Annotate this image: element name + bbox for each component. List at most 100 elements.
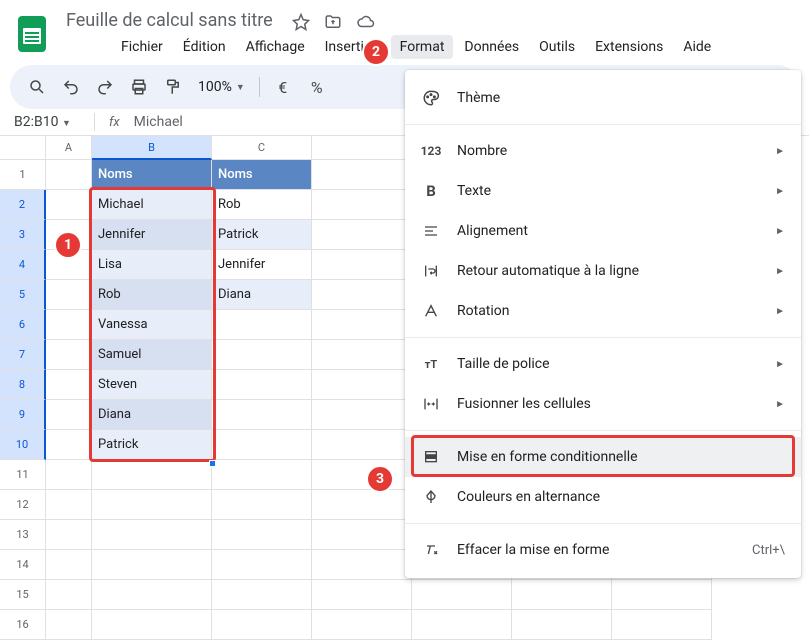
cell[interactable] [92,550,212,580]
menu-data[interactable]: Données [455,35,528,59]
cell[interactable]: Michael [92,190,212,220]
row-header[interactable]: 9 [0,400,46,430]
menu-alignment[interactable]: Alignement► [405,211,801,251]
cell[interactable] [312,430,412,460]
menu-fontsize[interactable]: тT Taille de police► [405,344,801,384]
menu-alternating-colors[interactable]: Couleurs en alternance [405,477,801,517]
cell[interactable] [46,490,92,520]
cell[interactable] [512,610,612,640]
formula-bar[interactable]: Michael [134,114,183,130]
menu-file[interactable]: Fichier [112,35,172,59]
cell[interactable] [212,520,312,550]
redo-icon[interactable] [90,72,120,102]
cell[interactable]: Rob [92,280,212,310]
undo-icon[interactable] [56,72,86,102]
cell[interactable] [312,280,412,310]
cell[interactable]: Vanessa [92,310,212,340]
row-header[interactable]: 8 [0,370,46,400]
cell[interactable] [312,190,412,220]
cell[interactable] [46,160,92,190]
cell[interactable] [212,370,312,400]
cell[interactable] [212,340,312,370]
row-header[interactable]: 2 [0,190,46,220]
row-header[interactable]: 12 [0,490,46,520]
row-header[interactable]: 14 [0,550,46,580]
cell[interactable] [212,430,312,460]
percent-button[interactable]: % [302,72,332,102]
cell[interactable]: Lisa [92,250,212,280]
print-icon[interactable] [124,72,154,102]
menu-rotation[interactable]: Rotation► [405,291,801,331]
star-icon[interactable] [292,13,310,31]
cell[interactable] [312,460,412,490]
cell[interactable] [212,550,312,580]
cell[interactable]: Diana [92,400,212,430]
cell[interactable] [312,160,412,190]
cell[interactable] [46,550,92,580]
cell[interactable] [46,370,92,400]
menu-theme[interactable]: Thème [405,78,801,118]
doc-title[interactable]: Feuille de calcul sans titre [62,8,277,33]
cell[interactable] [512,580,612,610]
menu-text[interactable]: B Texte► [405,171,801,211]
cell[interactable] [312,610,412,640]
select-all-corner[interactable] [0,136,46,160]
cell[interactable] [312,520,412,550]
col-header-A[interactable]: A [46,136,92,160]
cloud-icon[interactable] [356,13,376,31]
row-header[interactable]: 11 [0,460,46,490]
cell[interactable] [92,610,212,640]
row-header[interactable]: 15 [0,580,46,610]
cell[interactable] [46,310,92,340]
menu-help[interactable]: Aide [674,35,720,59]
cell[interactable] [412,580,512,610]
row-header[interactable]: 5 [0,280,46,310]
cell[interactable]: Rob [212,190,312,220]
move-icon[interactable] [324,13,342,31]
selection-handle[interactable] [209,460,216,467]
col-header-B[interactable]: B [92,136,212,160]
search-icon[interactable] [22,72,52,102]
paint-format-icon[interactable] [158,72,188,102]
cell[interactable] [312,220,412,250]
cell[interactable] [312,400,412,430]
cell[interactable] [46,430,92,460]
menu-tools[interactable]: Outils [530,35,584,59]
cell[interactable] [92,490,212,520]
cell[interactable]: Noms [92,160,212,190]
cell[interactable] [46,400,92,430]
menu-conditional-formatting[interactable]: Mise en forme conditionnelle [405,437,801,477]
menu-edit[interactable]: Édition [174,35,235,59]
cell[interactable] [212,610,312,640]
cell[interactable]: Diana [212,280,312,310]
menu-view[interactable]: Affichage [237,35,314,59]
cell[interactable] [312,310,412,340]
col-header-C[interactable]: C [212,136,312,160]
cell[interactable]: Patrick [212,220,312,250]
row-header[interactable]: 13 [0,520,46,550]
menu-merge[interactable]: Fusionner les cellules► [405,384,801,424]
col-header[interactable] [312,136,412,160]
row-header[interactable]: 1 [0,160,46,190]
cell[interactable]: Jennifer [92,220,212,250]
cell[interactable]: Steven [92,370,212,400]
cell[interactable] [46,460,92,490]
cell[interactable] [92,580,212,610]
menu-extensions[interactable]: Extensions [586,35,672,59]
cell[interactable] [46,190,92,220]
cell[interactable] [46,580,92,610]
currency-button[interactable]: € [268,72,298,102]
cell[interactable] [612,580,712,610]
cell[interactable] [46,280,92,310]
cell[interactable] [312,340,412,370]
cell[interactable] [312,550,412,580]
cell[interactable] [312,490,412,520]
cell[interactable] [212,400,312,430]
row-header[interactable]: 10 [0,430,46,460]
row-header[interactable]: 16 [0,610,46,640]
cell[interactable] [46,340,92,370]
cell[interactable] [312,580,412,610]
row-header[interactable]: 6 [0,310,46,340]
row-header[interactable]: 3 [0,220,46,250]
row-header[interactable]: 7 [0,340,46,370]
